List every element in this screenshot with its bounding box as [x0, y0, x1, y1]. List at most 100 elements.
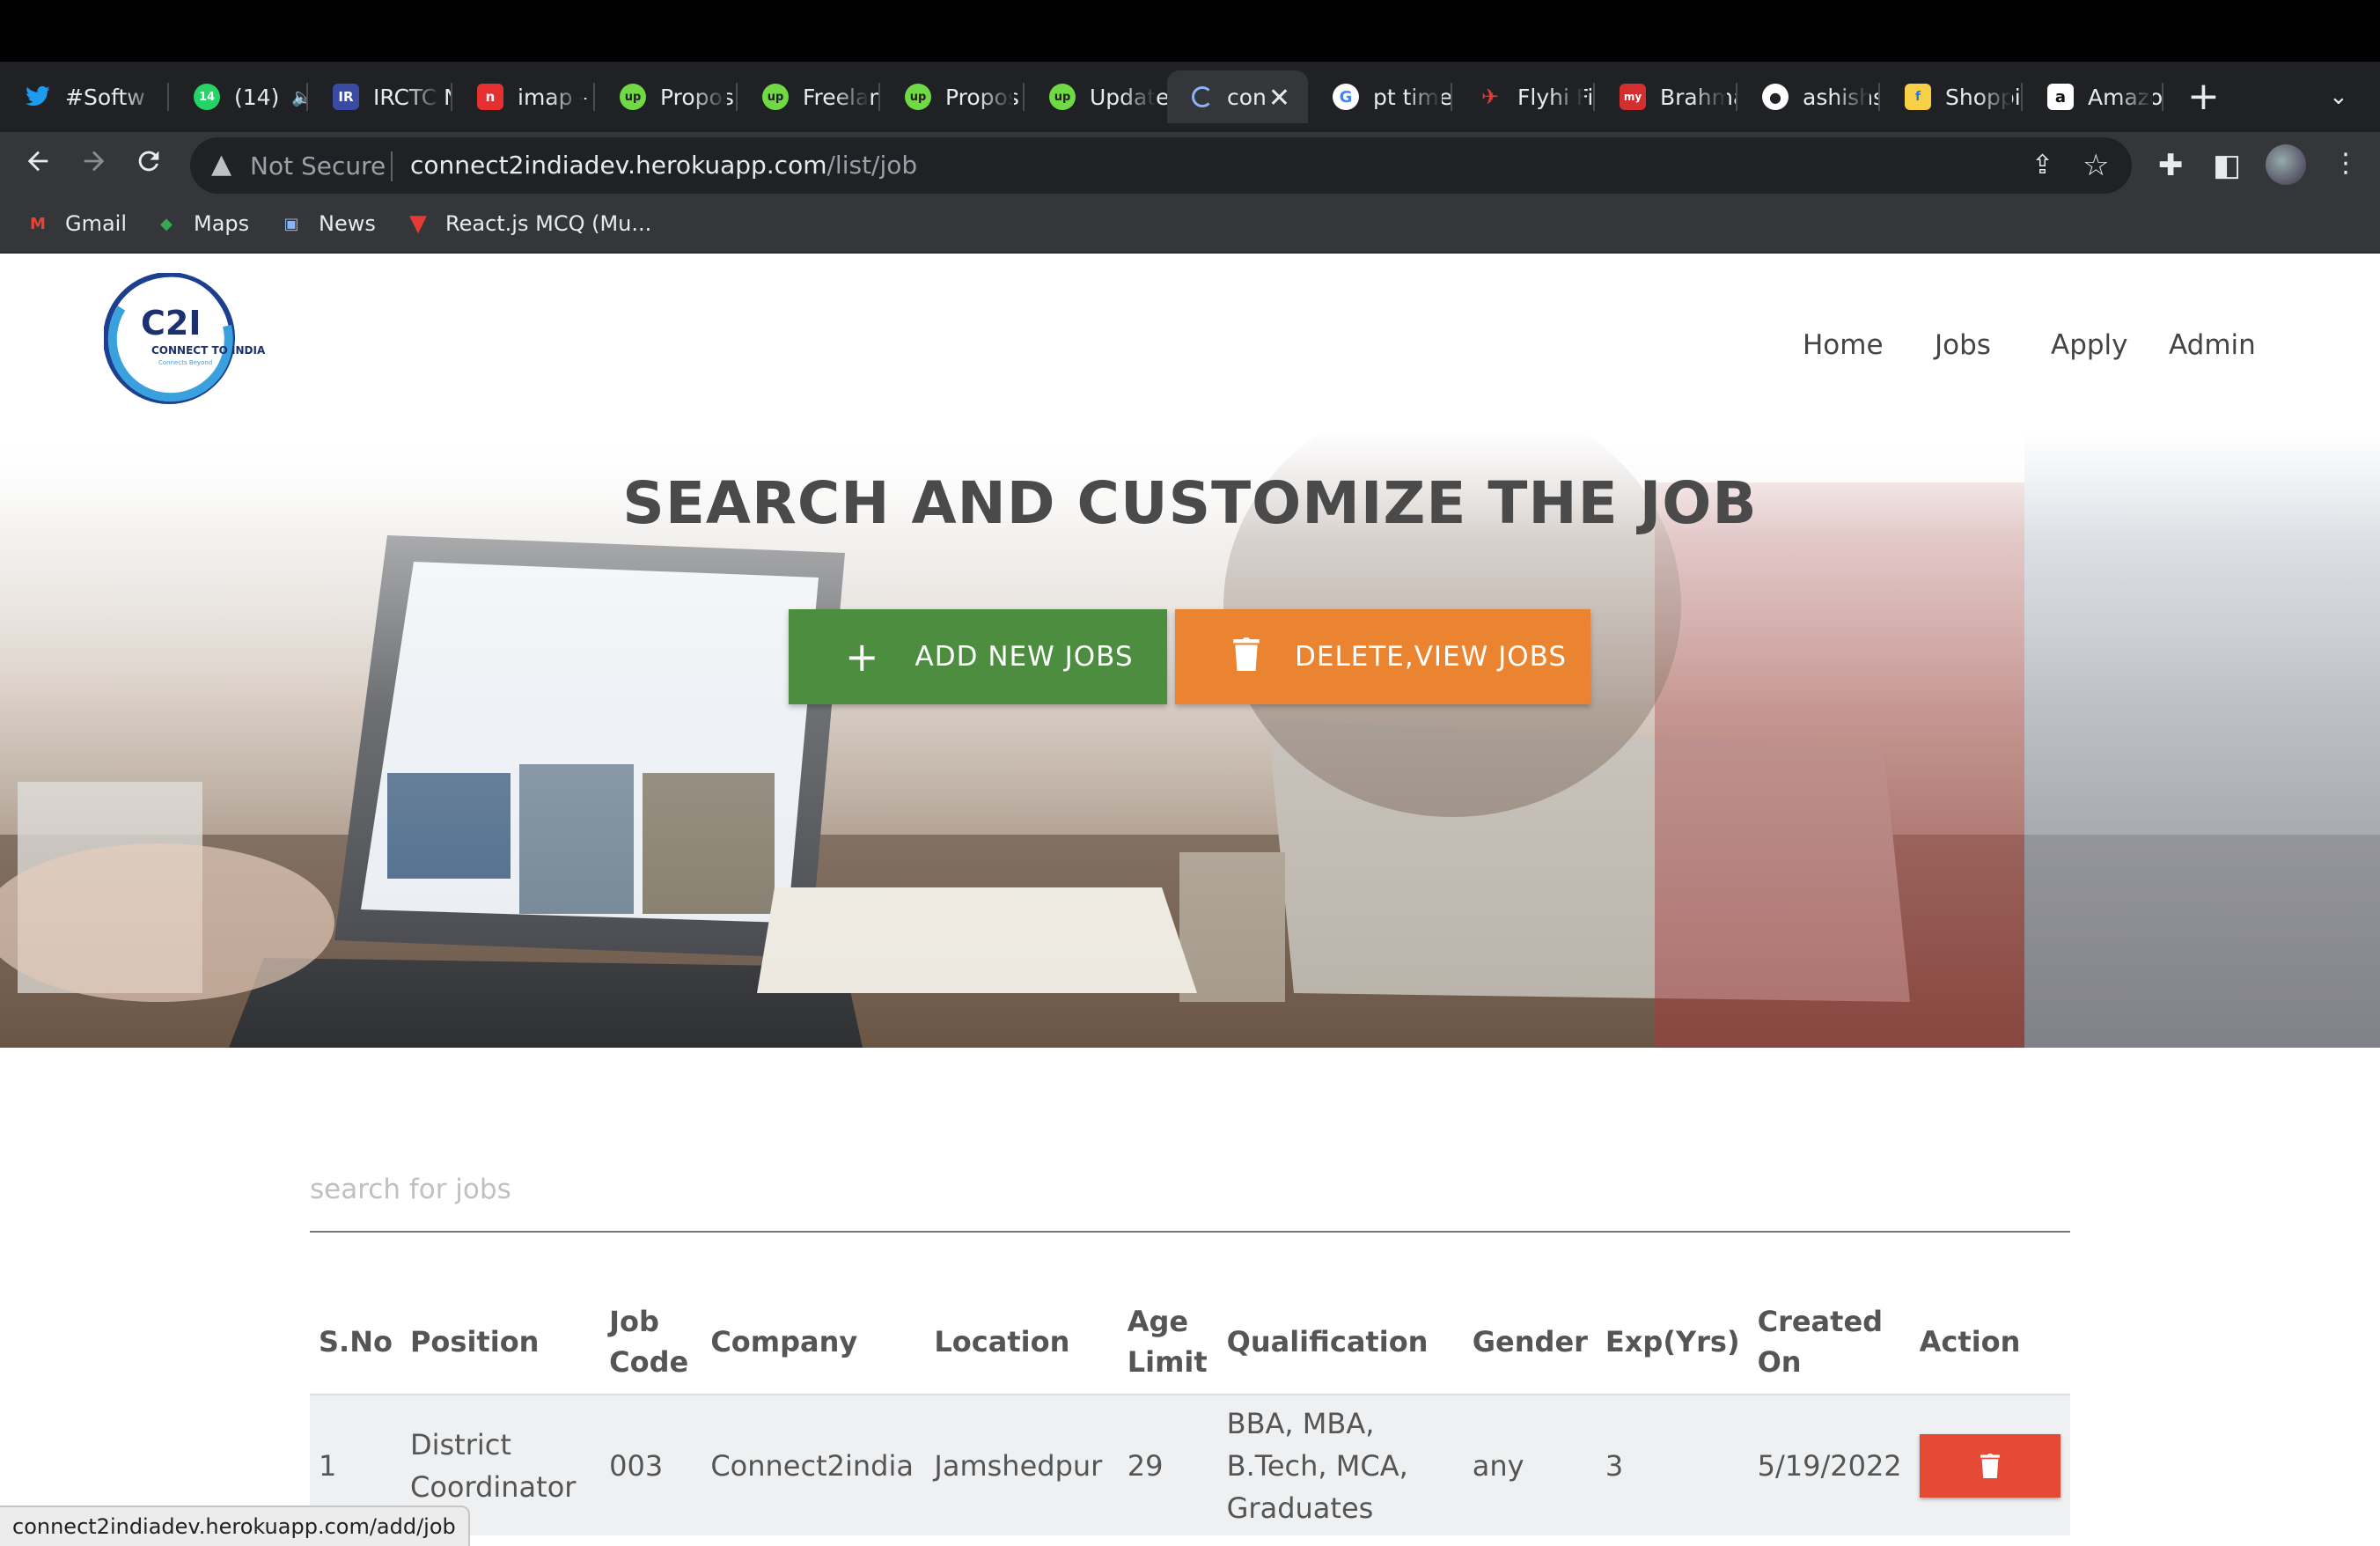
profile-avatar[interactable] [2266, 144, 2306, 185]
back-button[interactable] [23, 146, 53, 182]
cell-gender: any [1463, 1395, 1597, 1535]
tab-title: (14) [234, 84, 280, 110]
github-icon: ● [1762, 84, 1789, 110]
trash-icon [1980, 1453, 2000, 1478]
flyhi-icon: ✈ [1480, 85, 1500, 109]
kebab-menu-icon[interactable]: ⋮ [2332, 148, 2359, 179]
tab-11[interactable]: my Brahma [1595, 70, 1737, 123]
col-created-on: Created On [1748, 1289, 1911, 1395]
imap-icon: n [477, 84, 503, 110]
cell-age-limit: 29 [1118, 1395, 1218, 1535]
bookmark-news[interactable]: ▣ News [278, 211, 376, 236]
myntra-icon: my [1620, 84, 1646, 110]
arrow-left-icon [27, 151, 48, 172]
tab-3[interactable]: n imap - g [452, 70, 595, 123]
trash-icon [1233, 637, 1260, 677]
tab-active[interactable]: con ✕ [1167, 70, 1308, 123]
col-job-code: Job Code [600, 1289, 702, 1395]
cell-action [1910, 1395, 2070, 1535]
google-icon: G [1333, 84, 1359, 110]
bookmark-label: News [319, 211, 376, 236]
side-panel-icon[interactable]: ◧ [2213, 148, 2241, 183]
tab-10[interactable]: ✈ Flyhi Fi [1452, 70, 1595, 123]
amazon-icon: a [2047, 84, 2074, 110]
star-icon[interactable]: ☆ [2082, 148, 2109, 183]
nav-home[interactable]: Home [1803, 329, 1884, 361]
share-icon[interactable]: ⇪ [2031, 150, 2053, 180]
col-company: Company [702, 1289, 926, 1395]
search-input[interactable] [310, 1148, 2070, 1233]
col-sno: S.No [310, 1289, 401, 1395]
twitter-icon [25, 84, 51, 110]
col-location: Location [925, 1289, 1119, 1395]
whatsapp-icon: 14 [194, 84, 220, 110]
tab-2[interactable]: IR IRCTC N [308, 70, 452, 123]
nav-apply[interactable]: Apply [2051, 329, 2128, 361]
upwork-icon: up [1049, 84, 1076, 110]
tab-search-chevron-icon[interactable]: ⌄ [2329, 84, 2348, 110]
add-new-jobs-label: ADD NEW JOBS [915, 641, 1134, 673]
tab-4[interactable]: up Propos [595, 70, 738, 123]
bookmark-react-mcq[interactable]: ▼ React.js MCQ (Mu... [405, 210, 651, 237]
delete-view-jobs-button[interactable]: DELETE,VIEW JOBS [1175, 609, 1590, 704]
tab-strip: #Softw 14 (14) 🔈 IR IRCTC N n imap - g u… [0, 62, 2380, 132]
bookmark-maps[interactable]: ◆ Maps [153, 211, 249, 236]
col-gender: Gender [1463, 1289, 1597, 1395]
nav-jobs[interactable]: Jobs [1935, 329, 1991, 361]
upwork-icon: up [762, 84, 789, 110]
cell-created-on: 5/19/2022 [1748, 1395, 1911, 1535]
tab-14[interactable]: a Amazon [2023, 70, 2163, 123]
maps-icon: ◆ [160, 214, 173, 233]
tab-5[interactable]: up Freelan [738, 70, 880, 123]
loading-icon [1192, 86, 1213, 107]
warning-icon[interactable]: ▲ [211, 149, 231, 180]
table-row: 1 District Coordinator 003 Connect2india… [310, 1395, 2070, 1535]
tab-6[interactable]: up Propos [880, 70, 1025, 123]
url-text[interactable]: connect2indiadev.herokuapp.com/list/job [410, 151, 917, 180]
col-age-limit: Age Limit [1118, 1289, 1218, 1395]
cell-location: Jamshedpur [925, 1395, 1119, 1535]
site-logo[interactable]: C2I CONNECT TO INDIA Connects Beyond [103, 272, 280, 405]
bookmark-gmail[interactable]: M Gmail [25, 211, 127, 236]
window-titlebar [0, 0, 2380, 62]
bookmark-label: Gmail [65, 211, 128, 236]
tab-7[interactable]: up Update [1025, 70, 1167, 123]
delete-job-button[interactable] [1919, 1433, 2060, 1498]
hero-banner: SEARCH AND CUSTOMIZE THE JOB + ADD NEW J… [0, 430, 2380, 1048]
irctc-icon: IR [333, 84, 359, 110]
cell-company: Connect2india [702, 1395, 926, 1535]
col-action: Action [1910, 1289, 2070, 1395]
bookmark-label: Maps [194, 211, 250, 236]
delete-view-jobs-label: DELETE,VIEW JOBS [1295, 641, 1568, 673]
upwork-icon: up [620, 84, 646, 110]
close-tab-icon[interactable]: ✕ [1268, 83, 1290, 114]
cell-job-code: 003 [600, 1395, 702, 1535]
col-exp: Exp(Yrs) [1596, 1289, 1749, 1395]
shopping-icon: f [1905, 84, 1931, 110]
tab-13[interactable]: f Shoppi [1880, 70, 2023, 123]
status-bar-url: connect2indiadev.herokuapp.com/add/job [0, 1506, 470, 1546]
plus-icon: + [845, 633, 880, 681]
svg-text:C2I: C2I [141, 304, 201, 342]
forward-button[interactable] [79, 146, 109, 182]
tab-12[interactable]: ● ashishs [1737, 70, 1880, 123]
nav-admin[interactable]: Admin [2169, 329, 2256, 361]
tab-9[interactable]: G pt time [1308, 70, 1452, 123]
jobs-table: S.No Position Job Code Company Location … [310, 1289, 2070, 1535]
cell-qualification: BBA, MBA, B.Tech, MCA, Graduates [1217, 1395, 1464, 1535]
address-bar[interactable]: ▲ Not Secure connect2indiadev.herokuapp.… [190, 137, 2132, 194]
tab-1[interactable]: 14 (14) 🔈 [169, 70, 308, 123]
security-label[interactable]: Not Secure [250, 151, 386, 180]
reload-button[interactable] [134, 146, 164, 182]
new-tab-button[interactable]: + [2187, 77, 2220, 116]
react-mcq-icon: ▼ [409, 210, 427, 237]
browser-toolbar: ▲ Not Secure connect2indiadev.herokuapp.… [0, 132, 2380, 199]
extensions-icon[interactable]: ✚ [2158, 148, 2184, 183]
tab-0[interactable]: #Softw [0, 70, 169, 123]
svg-text:CONNECT TO INDIA: CONNECT TO INDIA [151, 344, 266, 357]
add-new-jobs-button[interactable]: + ADD NEW JOBS [789, 609, 1167, 704]
reload-icon [138, 151, 159, 172]
news-icon: ▣ [283, 214, 299, 233]
upwork-icon: up [905, 84, 931, 110]
gmail-icon: M [30, 214, 46, 233]
